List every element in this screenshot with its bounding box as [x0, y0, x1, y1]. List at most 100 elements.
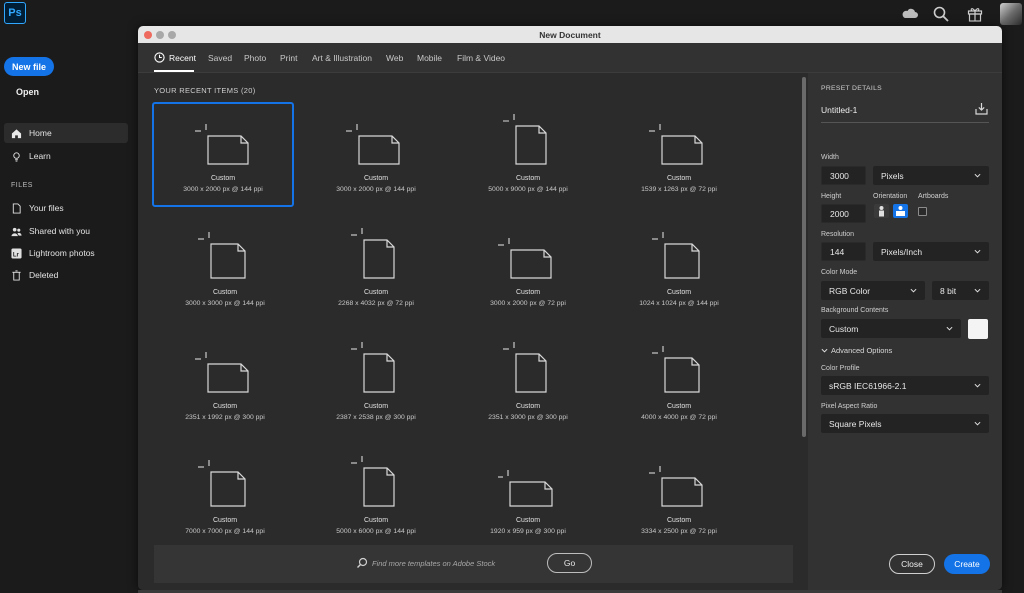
grid-scrollbar[interactable] [802, 77, 806, 437]
tab-saved[interactable]: Saved [208, 53, 232, 63]
create-button[interactable]: Create [944, 554, 990, 574]
go-button[interactable]: Go [547, 553, 592, 573]
document-preset-icon [498, 470, 553, 507]
recent-item-tile[interactable]: Custom 2268 x 4032 px @ 72 ppi [305, 218, 447, 323]
left-sidebar: New file Open Home Learn FILES Your file… [0, 28, 138, 593]
landscape-orientation-icon[interactable] [893, 204, 908, 218]
recent-item-size: 1539 x 1263 px @ 72 ppi [641, 186, 717, 193]
dialog-titlebar: New Document [138, 26, 1002, 43]
stock-search-input[interactable] [372, 556, 542, 570]
recent-item-name: Custom [515, 175, 541, 182]
sidebar-item-lightroom[interactable]: Lr Lightroom photos [4, 243, 128, 263]
sidebar-item-home[interactable]: Home [4, 123, 128, 143]
files-section-label: FILES [11, 182, 33, 189]
resolution-input[interactable]: 144 [821, 242, 866, 261]
active-tab-indicator [154, 70, 194, 72]
recent-item-tile[interactable]: Custom 5000 x 6000 px @ 144 ppi [305, 446, 447, 551]
tab-print[interactable]: Print [280, 53, 297, 63]
recent-item-size: 1920 x 959 px @ 300 ppi [490, 528, 566, 535]
tab-mobile[interactable]: Mobile [417, 53, 442, 63]
name-divider [821, 122, 989, 123]
width-unit-select[interactable]: Pixels [873, 166, 989, 185]
recent-item-tile[interactable]: Custom 4000 x 4000 px @ 72 ppi [608, 332, 750, 437]
width-input[interactable]: 3000 [821, 166, 866, 185]
sidebar-item-learn[interactable]: Learn [4, 146, 128, 166]
minimize-window-button[interactable] [156, 31, 164, 39]
recent-item-name: Custom [666, 289, 692, 296]
portrait-orientation-icon[interactable] [874, 204, 889, 218]
recent-item-size: 3000 x 2000 px @ 144 ppi [183, 186, 263, 193]
open-button[interactable]: Open [16, 87, 39, 97]
sidebar-item-label: Learn [29, 151, 51, 161]
sidebar-item-label: Deleted [29, 270, 59, 280]
recent-item-tile[interactable]: Custom 2351 x 1992 px @ 300 ppi [154, 332, 296, 437]
recent-item-tile[interactable]: Custom 1539 x 1263 px @ 72 ppi [608, 104, 750, 209]
recent-item-size: 4000 x 4000 px @ 72 ppi [641, 414, 717, 421]
document-preset-icon [346, 124, 400, 165]
lightbulb-icon [13, 151, 20, 162]
color-mode-label: Color Mode [821, 269, 858, 276]
recent-item-name: Custom [212, 517, 238, 524]
preset-details-panel: PRESET DETAILS Untitled-1 Width 3000 Pix… [808, 73, 1002, 590]
recent-item-tile[interactable]: Custom 5000 x 9000 px @ 144 ppi [457, 104, 599, 209]
tab-art-illustration[interactable]: Art & Illustration [312, 53, 372, 63]
artboards-checkbox[interactable] [918, 207, 927, 216]
width-label: Width [821, 154, 839, 161]
recent-item-name: Custom [363, 403, 389, 410]
sidebar-item-shared[interactable]: Shared with you [4, 221, 128, 241]
app-topbar: Ps [0, 0, 1024, 28]
recent-item-tile[interactable]: Custom 3000 x 2000 px @ 144 ppi [152, 102, 294, 207]
close-button[interactable]: Close [889, 554, 935, 574]
sidebar-item-deleted[interactable]: Deleted [4, 265, 128, 285]
recent-item-tile[interactable]: Custom 7000 x 7000 px @ 144 ppi [154, 446, 296, 551]
background-color-swatch[interactable] [968, 319, 988, 339]
lr-icon: Lr [11, 247, 22, 259]
orientation-label: Orientation [873, 193, 908, 200]
tab-recent[interactable]: Recent [169, 53, 196, 63]
tab-film-video[interactable]: Film & Video [457, 53, 505, 63]
search-icon[interactable] [932, 5, 950, 23]
artboards-label: Artboards [918, 193, 949, 200]
chevron-down-icon [974, 288, 981, 293]
recent-item-tile[interactable]: Custom 3000 x 2000 px @ 72 ppi [457, 218, 599, 323]
cloud-icon[interactable] [901, 5, 919, 23]
recent-item-tile[interactable]: Custom 1024 x 1024 px @ 144 ppi [608, 218, 750, 323]
document-name-field[interactable]: Untitled-1 [821, 105, 857, 115]
new-document-dialog: New Document Recent Saved Photo Print Ar… [138, 26, 1002, 590]
resolution-unit-select[interactable]: Pixels/Inch [873, 242, 989, 261]
zoom-window-button[interactable] [168, 31, 176, 39]
tab-photo[interactable]: Photo [244, 53, 266, 63]
clock-icon [154, 52, 165, 63]
recent-item-name: Custom [363, 289, 389, 296]
recent-item-tile[interactable]: Custom 3000 x 2000 px @ 144 ppi [305, 104, 447, 209]
document-preset-icon [351, 342, 395, 393]
pixel-aspect-select[interactable]: Square Pixels [821, 414, 989, 433]
bit-depth-select[interactable]: 8 bit [932, 281, 989, 300]
document-preset-icon [195, 352, 249, 393]
color-mode-select[interactable]: RGB Color [821, 281, 925, 300]
close-window-button[interactable] [144, 31, 152, 39]
save-preset-icon[interactable] [975, 102, 988, 115]
tab-web[interactable]: Web [386, 53, 403, 63]
height-input[interactable]: 2000 [821, 204, 866, 223]
stock-search-bar: Go [154, 545, 793, 583]
sidebar-item-your-files[interactable]: Your files [4, 198, 128, 218]
recent-item-tile[interactable]: Custom 1920 x 959 px @ 300 ppi [457, 446, 599, 551]
recent-item-tile[interactable]: Custom 2387 x 2538 px @ 300 ppi [305, 332, 447, 437]
background-contents-select[interactable]: Custom [821, 319, 961, 338]
new-file-button[interactable]: New file [4, 57, 54, 76]
recent-item-size: 2351 x 1992 px @ 300 ppi [185, 414, 265, 421]
chevron-down-icon [974, 249, 981, 254]
gift-icon[interactable] [966, 5, 984, 23]
recent-item-tile[interactable]: Custom 2351 x 3000 px @ 300 ppi [457, 332, 599, 437]
background-contents-label: Background Contents [821, 307, 889, 314]
color-profile-select[interactable]: sRGB IEC61966-2.1 [821, 376, 989, 395]
recent-item-tile[interactable]: Custom 3000 x 3000 px @ 144 ppi [154, 218, 296, 323]
avatar[interactable] [1000, 3, 1022, 25]
recent-item-size: 2268 x 4032 px @ 72 ppi [338, 300, 414, 307]
recent-items-title: YOUR RECENT ITEMS (20) [154, 86, 256, 95]
recent-item-tile[interactable]: Custom 3334 x 2500 px @ 72 ppi [608, 446, 750, 551]
advanced-options-toggle[interactable]: Advanced Options [821, 346, 892, 355]
recent-item-size: 3000 x 3000 px @ 144 ppi [185, 300, 265, 307]
document-preset-icon [351, 228, 395, 279]
